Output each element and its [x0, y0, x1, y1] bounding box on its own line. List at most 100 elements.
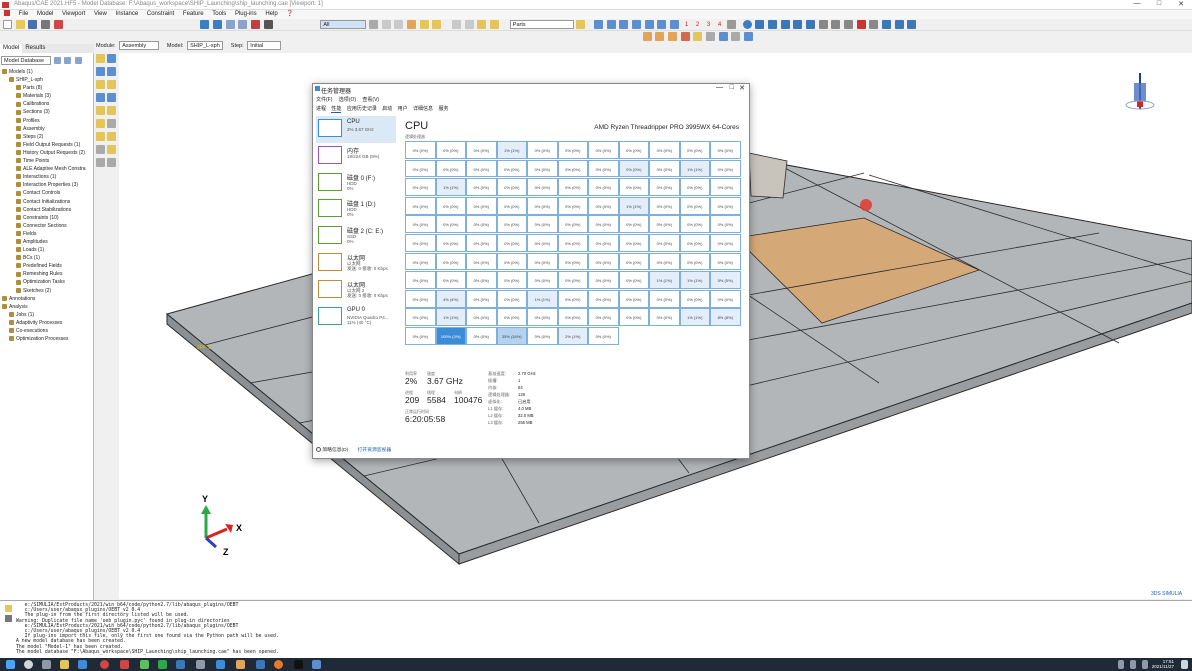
bookmark-icon[interactable] [706, 32, 716, 41]
text-icon[interactable] [856, 20, 866, 29]
tm-tab-startup[interactable]: 启动 [382, 106, 392, 112]
tm-tab-users[interactable]: 用户 [398, 106, 408, 112]
tm-tab-performance[interactable]: 性能 [331, 106, 342, 113]
menu-instance[interactable]: Instance [116, 10, 139, 19]
tree-item[interactable]: Remeshing Rules [2, 270, 94, 278]
tree-item[interactable]: Contact Stabilizations [2, 206, 94, 214]
pan-icon[interactable] [200, 20, 210, 29]
paste-icon[interactable] [464, 20, 474, 29]
task-view-icon[interactable] [42, 660, 51, 669]
face-to-face-icon[interactable] [96, 119, 105, 128]
arrow-icon[interactable] [869, 20, 879, 29]
layout-icon[interactable] [881, 20, 891, 29]
render-filled-icon[interactable] [793, 20, 803, 29]
tab-model[interactable]: Model [0, 44, 23, 53]
message-tab-icon[interactable] [5, 605, 12, 612]
app-circle-icon[interactable] [274, 660, 283, 669]
tree-item[interactable]: Annotations [2, 295, 94, 303]
select-icon[interactable] [369, 20, 379, 29]
notifications-icon[interactable] [1181, 660, 1188, 669]
cut-icon[interactable] [107, 93, 116, 102]
tree-item[interactable]: History Output Requests (2) [2, 149, 94, 157]
instance-manager-icon[interactable] [107, 54, 116, 63]
set-icon[interactable] [107, 145, 116, 154]
close-button[interactable]: ✕ [1170, 0, 1192, 10]
menu-plugins[interactable]: Plug-ins [235, 10, 257, 19]
tree-item[interactable]: Contact Initializations [2, 198, 94, 206]
task-manager-window[interactable]: 任务管理器 — □ ✕ 文件(F) 选项(O) 查看(V) 进程 性能 应用历史… [312, 83, 750, 459]
python-tab-icon[interactable] [5, 615, 12, 622]
parts-select[interactable]: Parts [509, 20, 574, 29]
rotate-instance-icon[interactable] [107, 67, 116, 76]
start-icon[interactable] [6, 660, 15, 669]
auto-fit-icon[interactable] [251, 20, 261, 29]
tm-tab-processes[interactable]: 进程 [316, 106, 326, 112]
resource-item[interactable]: 内存 19/224 GB (9%) [316, 143, 396, 170]
resource-item[interactable]: 磁盘 1 (D:) HDD 0% [316, 196, 396, 223]
menu-feature[interactable]: Feature [183, 10, 204, 19]
edge-icon[interactable] [107, 119, 116, 128]
cycle-views-icon[interactable] [263, 20, 273, 29]
partition-icon[interactable] [107, 158, 116, 167]
tm-maximize-button[interactable]: □ [730, 84, 734, 91]
replace-icon[interactable] [407, 20, 417, 29]
menu-file[interactable]: File [19, 10, 29, 19]
app-blue-icon[interactable] [216, 660, 225, 669]
box-zoom-icon[interactable] [238, 20, 248, 29]
tree-item[interactable]: Interaction Properties (3) [2, 181, 94, 189]
tree-item[interactable]: Interactions (1) [2, 173, 94, 181]
resource-item[interactable]: CPU 2% 3.67 GHz [316, 116, 396, 143]
tree-item[interactable]: Constraints (10) [2, 214, 94, 222]
search-icon[interactable] [24, 660, 33, 669]
record-icon[interactable] [53, 20, 63, 29]
print-icon[interactable] [41, 20, 51, 29]
edge-icon[interactable] [78, 660, 87, 669]
tree-collapse-icon[interactable] [75, 57, 83, 64]
tile-icon[interactable] [894, 20, 904, 29]
tm-tab-services[interactable]: 服务 [438, 106, 448, 112]
tree-item[interactable]: Loads (1) [2, 246, 94, 254]
tree-expand-icon[interactable] [64, 57, 72, 64]
minimize-button[interactable]: — [1126, 0, 1148, 10]
module-select[interactable]: Assembly [119, 41, 160, 50]
tab-results[interactable]: Results [22, 44, 48, 53]
color-code-icon[interactable] [576, 20, 586, 29]
tree-item[interactable]: Fields [2, 230, 94, 238]
resource-item[interactable]: 以太网 以太网 2 发送: 0 接收: 0 Kbps [316, 277, 396, 304]
cascade-icon[interactable] [907, 20, 917, 29]
create-instance-icon[interactable] [96, 54, 105, 63]
view-bottom-icon[interactable] [632, 20, 642, 29]
remove-icon[interactable] [394, 20, 404, 29]
query-icon[interactable] [818, 20, 828, 29]
intersect-icon[interactable] [432, 20, 442, 29]
view-3-button[interactable]: 3 [707, 22, 710, 28]
tree-item[interactable]: Optimization Processes [2, 335, 94, 343]
tree-item[interactable]: Adaptivity Processes [2, 319, 94, 327]
app-orange-icon[interactable] [236, 660, 245, 669]
menu-whats-this[interactable]: ❓ [286, 10, 293, 19]
view-front-icon[interactable] [594, 20, 604, 29]
new-icon[interactable] [3, 20, 12, 29]
grid-view-icon[interactable] [718, 32, 728, 41]
constraint-icon[interactable] [96, 106, 105, 115]
open-icon[interactable] [15, 20, 25, 29]
tree-filter-icon[interactable] [53, 57, 61, 64]
explorer-icon[interactable] [60, 660, 69, 669]
menu-tools[interactable]: Tools [212, 10, 226, 19]
view-back-icon[interactable] [606, 20, 616, 29]
tree-item[interactable]: Co-executions [2, 327, 94, 335]
tree-item[interactable]: Amplitudes [2, 238, 94, 246]
render-shaded-icon[interactable] [780, 20, 790, 29]
reference-point-marker[interactable] [860, 199, 872, 211]
mail-icon[interactable] [176, 660, 185, 669]
marker-icon[interactable] [680, 32, 690, 41]
ime-icon[interactable] [1142, 660, 1148, 669]
app-green-icon[interactable] [158, 660, 167, 669]
menu-viewport[interactable]: Viewport [62, 10, 85, 19]
tree-item[interactable]: Optimization Tasks [2, 278, 94, 286]
linear-pattern-icon[interactable] [96, 80, 105, 89]
terminal-icon[interactable] [294, 660, 303, 669]
copy-icon[interactable] [452, 20, 462, 29]
annotate-icon[interactable] [843, 20, 853, 29]
tree-item[interactable]: Analysis [2, 303, 94, 311]
